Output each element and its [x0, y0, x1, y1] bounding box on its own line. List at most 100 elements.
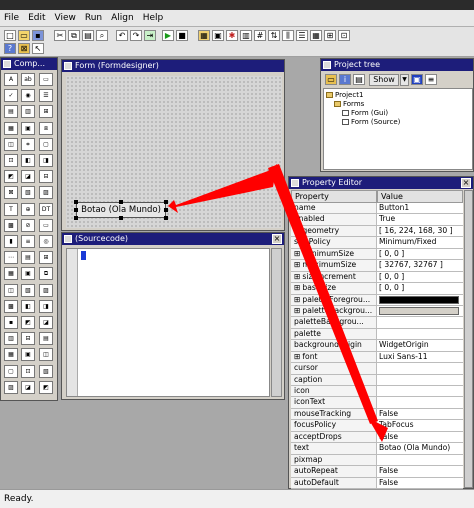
selection-handle[interactable] — [164, 208, 168, 212]
component-tool-icon[interactable]: ▨ — [39, 283, 53, 297]
redo-icon[interactable]: ↷ — [130, 30, 142, 41]
help-icon[interactable]: ? — [4, 43, 16, 54]
component-icon[interactable]: ▣ — [212, 30, 224, 41]
component-tool-icon[interactable]: ◪ — [21, 380, 35, 394]
component-tool-icon[interactable]: ▧ — [39, 364, 53, 378]
property-row[interactable]: autoDefault False — [291, 477, 463, 489]
property-row[interactable]: enabled True — [291, 214, 463, 226]
component-tool-icon[interactable]: ▩ — [4, 299, 18, 313]
component-tool-icon[interactable]: T — [4, 202, 18, 216]
property-row[interactable]: focusPolicy TabFocus — [291, 420, 463, 432]
component-tool-icon[interactable]: ◎ — [39, 235, 53, 248]
property-value[interactable]: [ 0, 0 ] — [377, 248, 463, 260]
component-tool-icon[interactable]: ☰ — [39, 89, 53, 103]
tab-order-icon[interactable]: ⇅ — [268, 30, 280, 41]
selection-handle[interactable] — [74, 216, 78, 220]
property-row[interactable]: iconText — [291, 397, 463, 409]
component-tool-icon[interactable]: ▤ — [39, 332, 53, 346]
property-value[interactable] — [377, 397, 463, 408]
component-tool-icon[interactable]: ▥ — [21, 105, 35, 119]
property-row[interactable]: sizeIncrement[ 0, 0 ] — [291, 271, 463, 284]
component-tool-icon[interactable]: ⊡ — [4, 154, 18, 167]
adjust-size-icon[interactable]: ⊡ — [338, 30, 350, 41]
component-tool-icon[interactable]: ab — [21, 73, 35, 86]
grid-icon[interactable]: # — [254, 30, 266, 41]
selection-handle[interactable] — [119, 200, 123, 204]
component-tool-icon[interactable]: ⊟ — [39, 170, 53, 184]
component-tool-icon[interactable]: ✓ — [4, 89, 18, 103]
component-tool-icon[interactable]: ▪ — [4, 316, 18, 329]
property-row[interactable]: caption — [291, 374, 463, 386]
property-value[interactable]: False — [377, 466, 463, 477]
property-row[interactable]: cursor — [291, 363, 463, 375]
property-value[interactable]: False — [377, 408, 463, 420]
property-row[interactable]: maximumSize[ 32767, 32767 ] — [291, 260, 463, 272]
component-tool-icon[interactable]: ▭ — [39, 73, 53, 86]
open-icon[interactable]: ▭ — [18, 30, 30, 41]
property-row[interactable]: sizePolicy Minimum/Fixed — [291, 237, 463, 249]
component-tool-icon[interactable]: ⊟ — [21, 332, 35, 346]
close-icon[interactable]: × — [461, 178, 471, 188]
break-layout-icon[interactable]: ⊞ — [324, 30, 336, 41]
selection-handle[interactable] — [119, 216, 123, 220]
layout-grid-icon[interactable]: ▦ — [310, 30, 322, 41]
property-value[interactable]: Minimum/Fixed — [377, 237, 463, 248]
component-tool-icon[interactable]: ◧ — [21, 299, 35, 313]
sort-icon[interactable]: ≡ — [425, 74, 437, 85]
component-tool-icon[interactable]: ◧ — [21, 154, 35, 167]
view-icon[interactable]: ▣ — [411, 74, 423, 85]
property-value[interactable] — [377, 374, 463, 385]
menu-run[interactable]: Run — [85, 13, 102, 23]
window-menu-icon[interactable] — [291, 179, 299, 187]
property-value[interactable]: True — [377, 214, 463, 225]
component-tool-icon[interactable]: ◩ — [39, 380, 53, 394]
selection-handle[interactable] — [74, 200, 78, 204]
tree-item-form-source[interactable]: Form (Source) — [342, 118, 400, 126]
form-icon[interactable]: ▦ — [198, 30, 210, 41]
component-tool-icon[interactable]: ◨ — [39, 154, 53, 167]
property-value[interactable]: [ 0, 0 ] — [377, 271, 463, 283]
run-icon[interactable]: ▶ — [162, 30, 174, 41]
component-tool-icon[interactable]: ⌗ — [21, 137, 35, 151]
component-tool-icon[interactable]: ⊞ — [39, 251, 53, 265]
property-row[interactable]: pixmap — [291, 454, 463, 467]
open-project-icon[interactable]: ▭ — [325, 74, 337, 85]
property-value[interactable] — [377, 294, 463, 305]
tree-item-project[interactable]: Project1 — [326, 91, 363, 99]
component-tool-icon[interactable]: ◫ — [4, 283, 18, 297]
cut-icon[interactable]: ✂ — [54, 30, 66, 41]
component-tool-icon[interactable]: ▨ — [39, 186, 53, 200]
paste-icon[interactable]: ▤ — [82, 30, 94, 41]
property-value[interactable]: [ 16, 224, 168, 30 ] — [377, 225, 463, 237]
component-tool-icon[interactable]: ▥ — [4, 332, 18, 346]
component-tool-icon[interactable]: ▧ — [21, 283, 35, 297]
component-tool-icon[interactable]: ⊕ — [21, 202, 35, 216]
component-tool-icon[interactable]: ⊞ — [39, 105, 53, 119]
window-menu-icon[interactable] — [64, 62, 72, 70]
property-row[interactable]: text Botao (Ola Mundo) — [291, 443, 463, 455]
source-editor[interactable] — [66, 248, 270, 397]
component-tool-icon[interactable]: ◩ — [4, 170, 18, 184]
property-row[interactable]: baseSize[ 0, 0 ] — [291, 283, 463, 295]
component-tool-icon[interactable]: ▤ — [4, 105, 18, 119]
window-menu-icon[interactable] — [323, 61, 331, 69]
close-icon[interactable]: × — [272, 234, 282, 244]
component-tool-icon[interactable]: ▦ — [4, 267, 18, 281]
component-tool-icon[interactable]: ◫ — [39, 348, 53, 362]
component-tool-icon[interactable]: ◪ — [39, 316, 53, 329]
component-tool-icon[interactable]: ⧉ — [39, 267, 53, 281]
selection-handle[interactable] — [164, 200, 168, 204]
component-tool-icon[interactable]: ▢ — [39, 137, 53, 151]
property-value[interactable] — [377, 317, 463, 328]
module-icon[interactable]: ▥ — [240, 30, 252, 41]
property-value[interactable]: Button1 — [377, 203, 463, 214]
window-menu-icon[interactable] — [3, 60, 11, 68]
property-value[interactable] — [377, 328, 463, 340]
file-icon[interactable]: ▤ — [353, 74, 365, 85]
selection-handle[interactable] — [74, 208, 78, 212]
tree-item-form-gui[interactable]: Form (Gui) — [342, 109, 388, 117]
component-tool-icon[interactable]: ◫ — [4, 137, 18, 151]
new-icon[interactable]: □ — [4, 30, 16, 41]
component-tool-icon[interactable]: ▭ — [39, 218, 53, 232]
copy-icon[interactable]: ⧉ — [68, 30, 80, 41]
